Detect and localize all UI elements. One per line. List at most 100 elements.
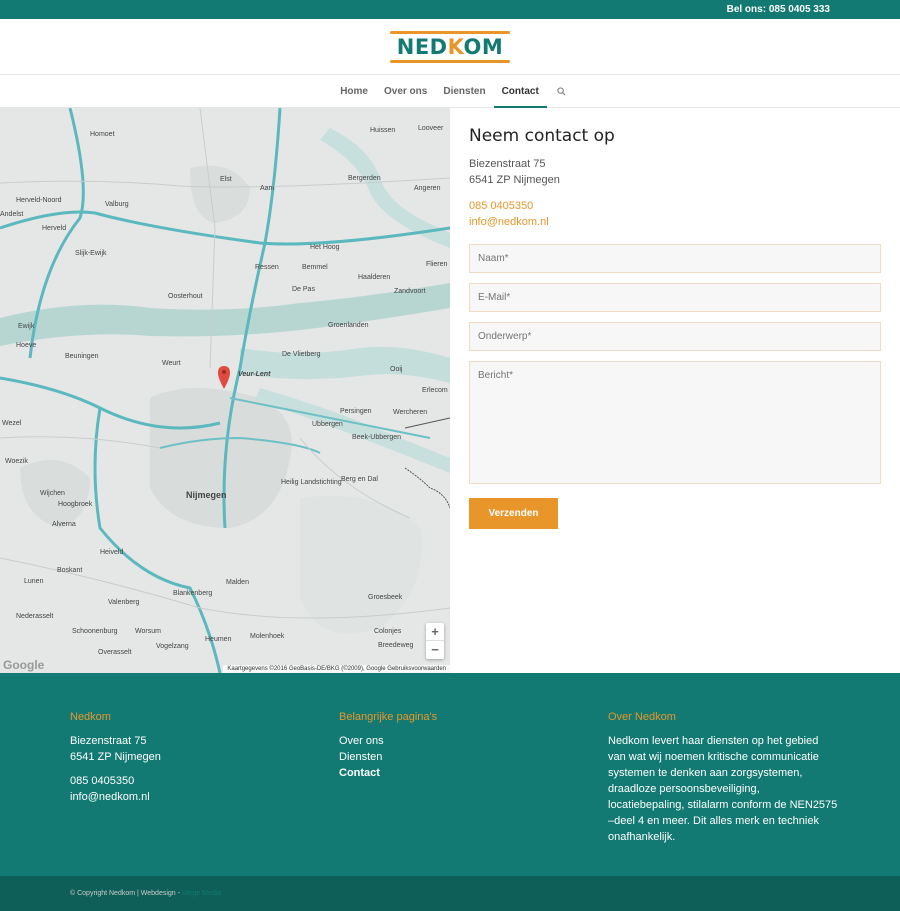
svg-text:Valburg: Valburg (105, 201, 129, 208)
svg-text:Wercheren: Wercheren (393, 409, 427, 416)
svg-text:De Pas: De Pas (292, 286, 315, 293)
svg-text:Veur-Lent: Veur-Lent (238, 371, 271, 378)
footer-col1-title: Nedkom (70, 711, 111, 723)
phone-label: Bel ons: 085 0405 333 (726, 4, 830, 15)
footer-col-about: Over Nedkom Nedkom levert haar diensten … (608, 711, 877, 876)
message-textarea[interactable] (469, 361, 881, 484)
svg-text:Bergerden: Bergerden (348, 175, 381, 182)
nav-contact[interactable]: Contact (493, 75, 548, 108)
svg-text:Heiveld: Heiveld (100, 549, 123, 556)
footer-email[interactable]: info@nedkom.nl (70, 789, 339, 805)
svg-text:Wezel: Wezel (2, 420, 22, 427)
svg-text:Oosterhout: Oosterhout (168, 293, 203, 300)
svg-text:Breedeweg: Breedeweg (378, 642, 414, 649)
svg-text:Malden: Malden (226, 579, 249, 586)
contact-phone-link[interactable]: 085 0405350 (469, 198, 881, 214)
nav-diensten[interactable]: Diensten (435, 75, 493, 107)
top-bar: Bel ons: 085 0405 333 (0, 0, 900, 19)
submit-button[interactable]: Verzenden (469, 498, 558, 529)
footer-col-nedkom: Nedkom Biezenstraat 75 6541 ZP Nijmegen … (70, 711, 339, 876)
zoom-out-button[interactable]: − (426, 641, 444, 659)
main-content: Homoet Huissen Looveer Elst Bergerden Aa… (0, 108, 900, 673)
google-map[interactable]: Homoet Huissen Looveer Elst Bergerden Aa… (0, 108, 450, 673)
svg-text:Zandvoort: Zandvoort (394, 288, 426, 295)
contact-street: Biezenstraat 75 (469, 158, 546, 170)
svg-text:Nijmegen: Nijmegen (186, 490, 227, 500)
svg-text:Haalderen: Haalderen (358, 274, 390, 281)
name-input[interactable] (469, 244, 881, 273)
main-nav: Home Over ons Diensten Contact (0, 75, 900, 108)
footer-street: Biezenstraat 75 (70, 735, 147, 747)
svg-text:Heilig Landstichting: Heilig Landstichting (281, 479, 342, 486)
nedkom-logo[interactable]: NEDKOM (388, 25, 512, 69)
svg-text:Wijchen: Wijchen (40, 490, 65, 497)
svg-text:Boskant: Boskant (57, 567, 82, 574)
svg-text:Vogelzang: Vogelzang (156, 643, 189, 650)
google-logo: Google (3, 658, 45, 672)
svg-text:Blankenberg: Blankenberg (173, 590, 212, 597)
svg-text:Lunen: Lunen (24, 578, 44, 585)
contact-city: 6541 ZP Nijmegen (469, 174, 560, 186)
svg-text:Schoonenburg: Schoonenburg (72, 628, 118, 635)
copyright-text: © Copyright Nedkom | Webdesign - (70, 890, 182, 897)
footer-col2-title: Belangrijke pagina's (339, 711, 438, 723)
svg-text:Huissen: Huissen (370, 127, 395, 134)
contact-panel: Neem contact op Biezenstraat 75 6541 ZP … (450, 108, 900, 673)
svg-text:Beek-Ubbergen: Beek-Ubbergen (352, 434, 401, 441)
svg-text:Herveld: Herveld (42, 225, 66, 232)
svg-text:Angeren: Angeren (414, 185, 441, 192)
footer-link-over-ons[interactable]: Over ons (339, 733, 608, 749)
contact-email-link[interactable]: info@nedkom.nl (469, 214, 881, 230)
footer-phone[interactable]: 085 0405350 (70, 773, 339, 789)
map-attribution[interactable]: Kaartgegevens ©2016 GeoBasis-DE/BKG (©20… (223, 665, 450, 673)
svg-text:Hoogbroek: Hoogbroek (58, 501, 93, 508)
site-header: NEDKOM (0, 19, 900, 75)
copyright-bar: © Copyright Nedkom | Webdesign - Verge M… (0, 876, 900, 911)
svg-text:Aam: Aam (260, 185, 275, 192)
svg-text:Erlecom: Erlecom (422, 387, 448, 394)
svg-text:Valenberg: Valenberg (108, 599, 140, 606)
nav-over-ons[interactable]: Over ons (376, 75, 435, 107)
search-icon[interactable] (547, 75, 576, 107)
logo-wordmark: NEDKOM (396, 34, 504, 59)
svg-text:Heumen: Heumen (205, 636, 232, 643)
map-zoom-control: + − (426, 623, 444, 659)
footer-links: Over ons Diensten Contact (339, 733, 608, 781)
footer-col3-title: Over Nedkom (608, 711, 676, 723)
svg-text:Persingen: Persingen (340, 408, 372, 415)
zoom-in-button[interactable]: + (426, 623, 444, 641)
svg-text:Herveld-Noord: Herveld-Noord (16, 197, 62, 204)
svg-text:Colonjes: Colonjes (374, 628, 402, 635)
svg-text:Weurt: Weurt (162, 360, 181, 367)
email-input[interactable] (469, 283, 881, 312)
svg-text:Beuningen: Beuningen (65, 353, 99, 360)
nav-home[interactable]: Home (332, 75, 376, 107)
svg-text:Bemmel: Bemmel (302, 264, 328, 271)
svg-text:Homoet: Homoet (90, 131, 115, 138)
svg-text:Worsum: Worsum (135, 628, 161, 635)
svg-text:Alverna: Alverna (52, 521, 76, 528)
svg-text:Berg en Dal: Berg en Dal (341, 476, 378, 483)
svg-text:Looveer: Looveer (418, 125, 444, 132)
footer-link-contact[interactable]: Contact (339, 765, 608, 781)
svg-text:Nederasselt: Nederasselt (16, 613, 53, 620)
svg-text:Het Hoog: Het Hoog (310, 244, 340, 251)
map-canvas: Homoet Huissen Looveer Elst Bergerden Aa… (0, 108, 450, 673)
svg-text:Ooij: Ooij (390, 366, 403, 373)
footer-about-text: Nedkom levert haar diensten op het gebie… (608, 735, 838, 843)
subject-input[interactable] (469, 322, 881, 351)
svg-text:Molenhoek: Molenhoek (250, 633, 285, 640)
svg-text:Ewijk: Ewijk (18, 323, 35, 330)
footer-link-diensten[interactable]: Diensten (339, 749, 608, 765)
webdesign-link[interactable]: Verge Media (182, 890, 221, 897)
svg-text:Ubbergen: Ubbergen (312, 421, 343, 428)
svg-text:Flieren: Flieren (426, 261, 448, 268)
svg-text:Overasselt: Overasselt (98, 649, 132, 656)
svg-text:Andelst: Andelst (0, 211, 23, 218)
svg-text:Groenlanden: Groenlanden (328, 322, 369, 329)
contact-title: Neem contact op (469, 126, 615, 146)
svg-text:Hoeve: Hoeve (16, 342, 36, 349)
svg-text:Slijk-Ewijk: Slijk-Ewijk (75, 250, 107, 257)
svg-text:Ressen: Ressen (255, 264, 279, 271)
svg-text:Woezik: Woezik (5, 458, 28, 465)
